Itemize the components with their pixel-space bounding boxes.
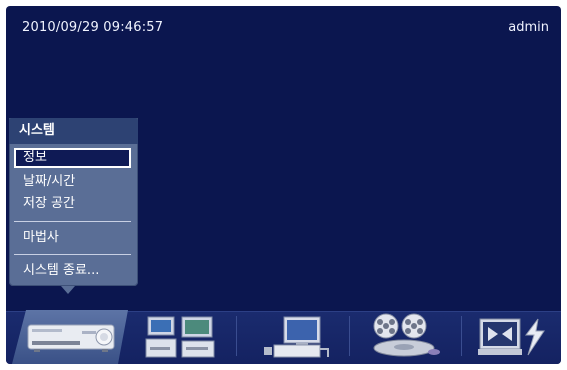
dvr-system-icon[interactable] [26,319,118,355]
menu-pointer [61,286,75,294]
current-user: admin [508,20,549,35]
menu-item-storage[interactable]: 저장 공간 [14,194,131,214]
dvr-screen: 2010/09/29 09:46:57 admin 시스템 정보 날짜/시간 저… [6,6,561,364]
datetime-display: 2010/09/29 09:46:57 [22,20,164,35]
menu-item-info[interactable]: 정보 [14,148,131,168]
dock-divider [461,316,462,356]
event-alarm-icon[interactable] [476,315,556,359]
menu-separator [14,221,131,222]
network-computers-icon[interactable] [144,315,216,359]
dock-divider [349,316,350,356]
menu-item-datetime[interactable]: 날짜/시간 [14,172,131,192]
menu-title: 시스템 [9,118,138,144]
menu-item-wizard[interactable]: 마법사 [14,228,131,248]
film-reels-record-icon[interactable] [368,312,442,358]
monitor-device-icon[interactable] [262,315,330,359]
system-menu: 시스템 정보 날짜/시간 저장 공간 마법사 시스템 종료... [9,118,138,286]
dock-divider [236,316,237,356]
menu-item-shutdown[interactable]: 시스템 종료... [14,261,131,281]
menu-separator [14,254,131,255]
